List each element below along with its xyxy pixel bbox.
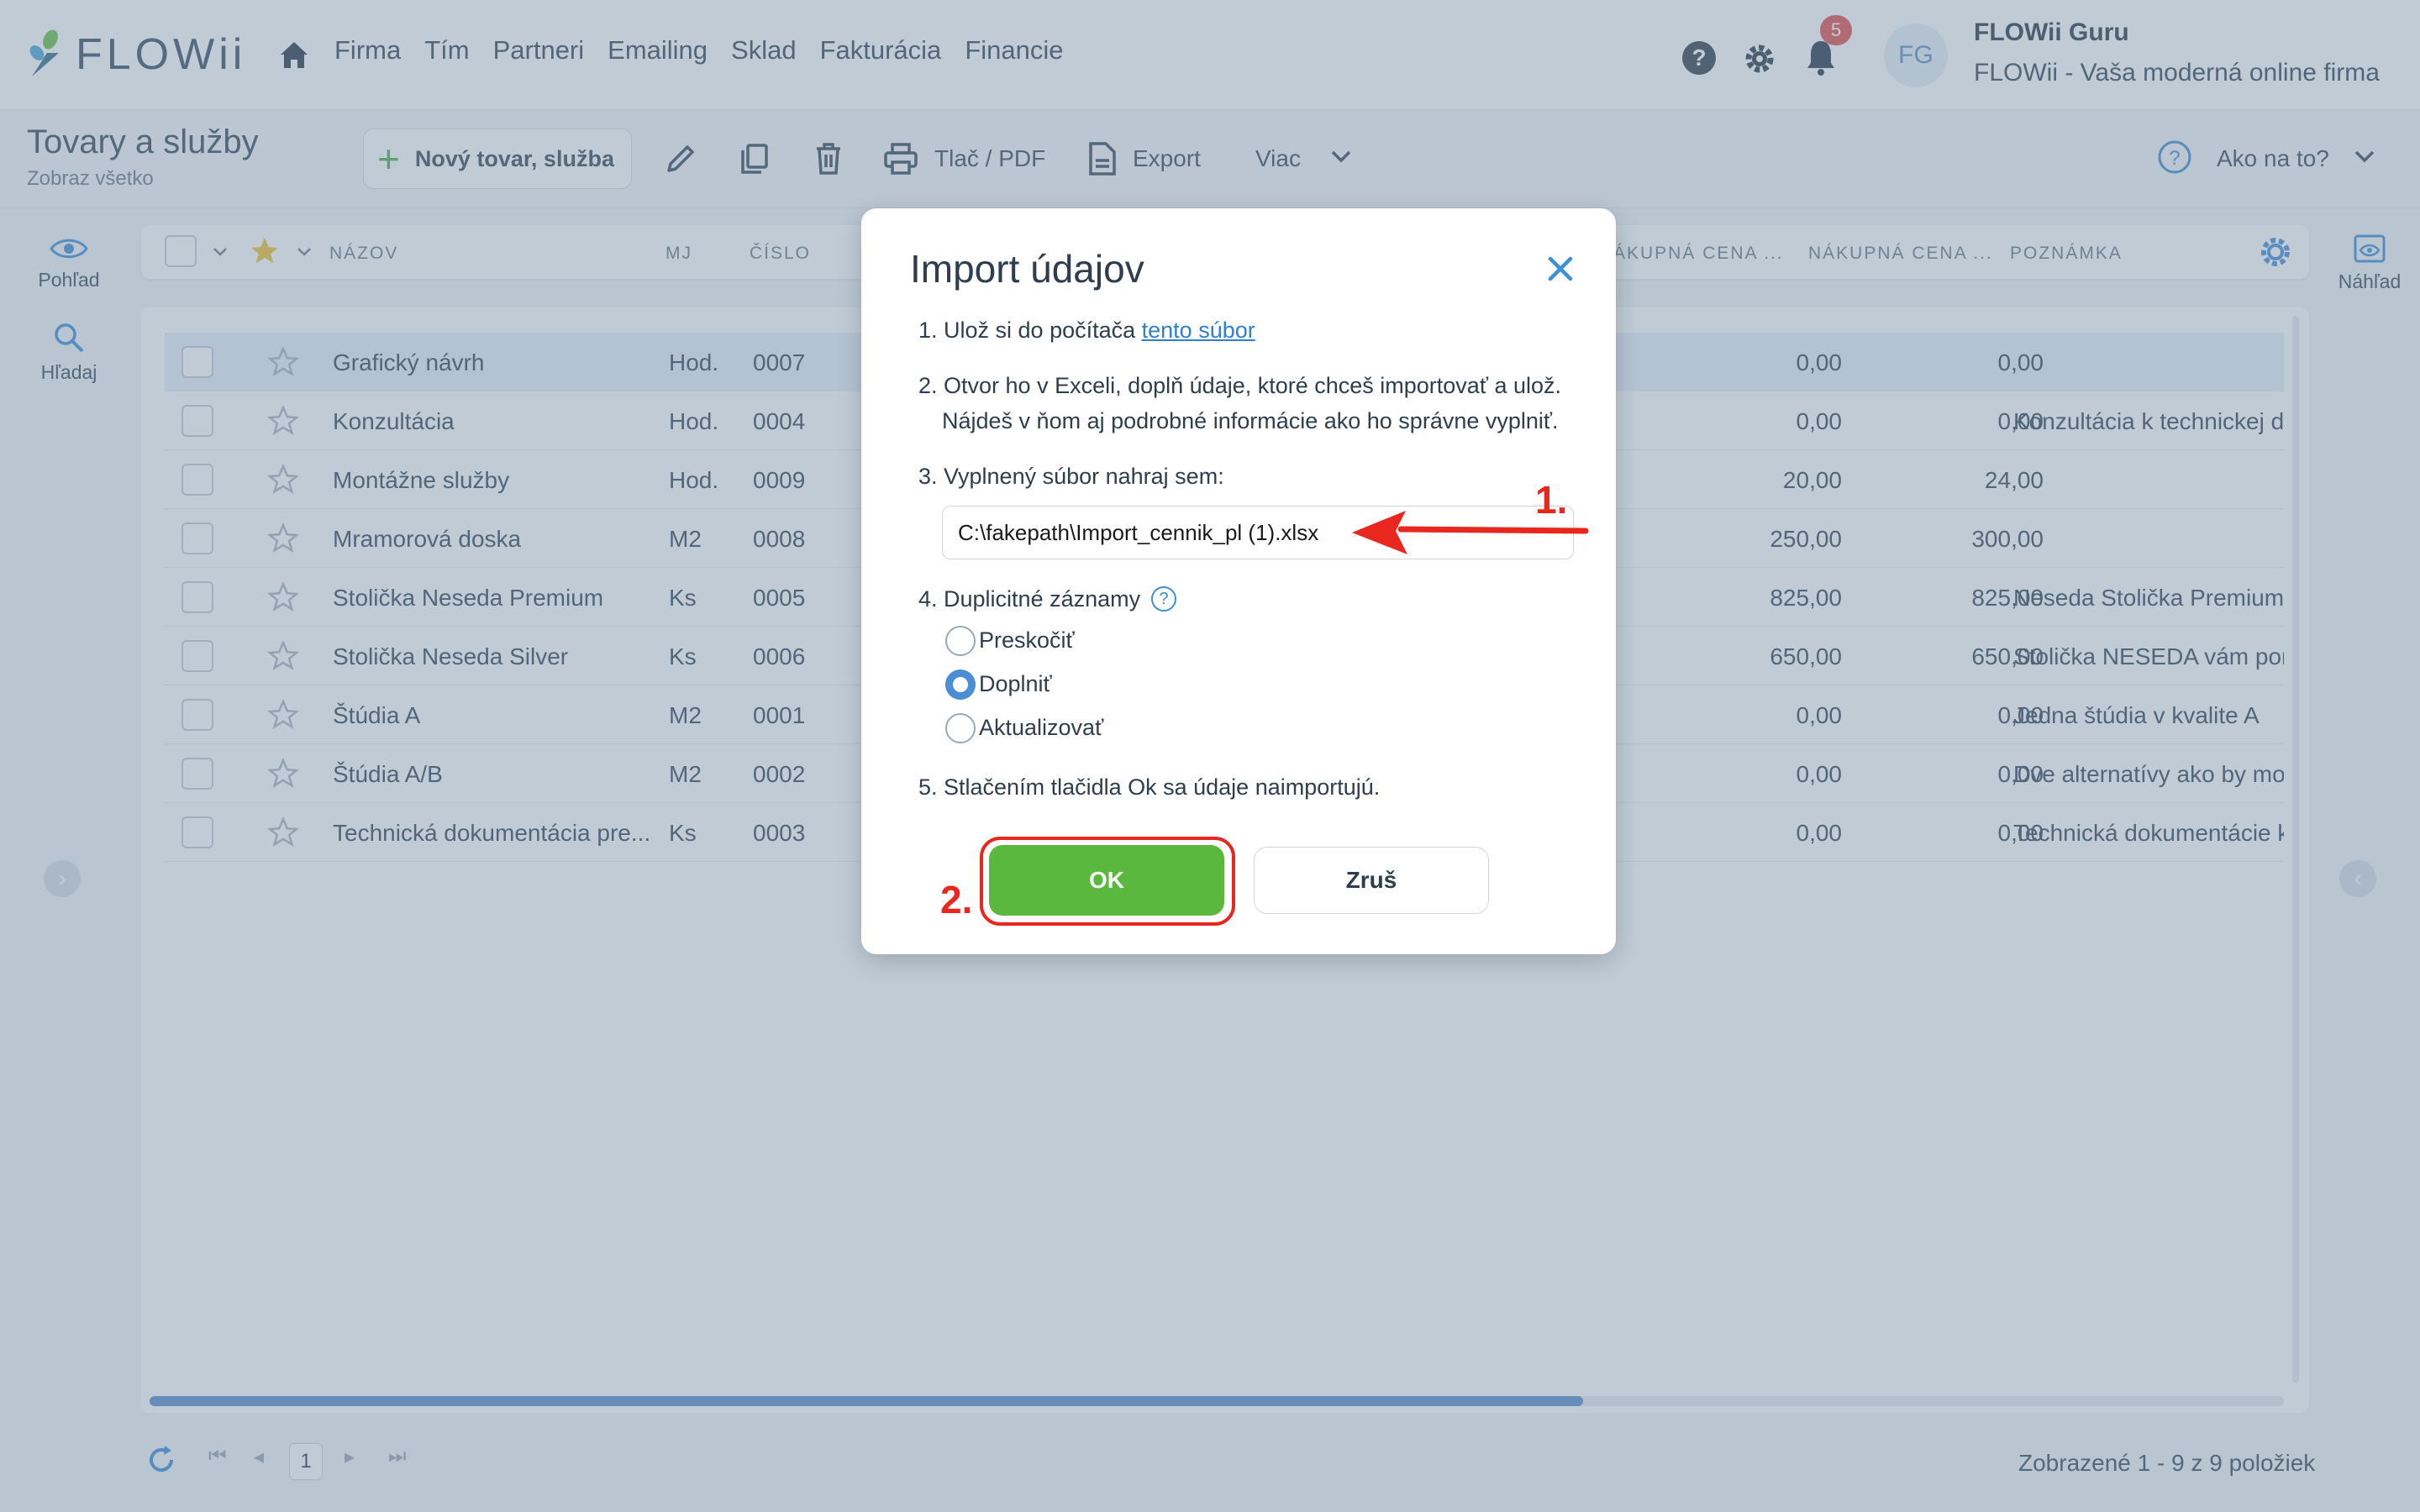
annotation-step-2: 2. [940,878,973,921]
radio-update[interactable] [945,713,976,743]
step-2-line-1: 2. Otvor ho v Exceli, doplň údaje, ktoré… [918,373,1562,398]
annotation-step-1: 1. [1535,478,1568,522]
duplicates-help-icon[interactable]: ? [1151,586,1176,612]
radio-fill-label[interactable]: Doplniť [979,671,1052,697]
import-data-dialog: Import údajov 1. Ulož si do počítača ten… [861,208,1616,954]
radio-skip-label[interactable]: Preskočiť [979,627,1075,654]
dialog-title: Import údajov [910,247,1144,291]
step-2-line-2: Nájdeš v ňom aj podrobné informácie ako … [942,408,1559,433]
step-4: 4. Duplicitné záznamy [918,586,1141,612]
radio-fill[interactable] [945,669,976,700]
cancel-button[interactable]: Zruš [1254,847,1489,914]
radio-skip[interactable] [945,626,976,656]
step-3: 3. Vyplnený súbor nahraj sem: [918,464,1224,489]
radio-update-label[interactable]: Aktualizovať [979,715,1103,741]
step-5: 5. Stlačením tlačidla Ok sa údaje naimpo… [918,774,1381,800]
template-file-link[interactable]: tento súbor [1142,318,1255,343]
step-1: 1. Ulož si do počítača tento súbor [918,312,1255,348]
ok-button[interactable]: OK [989,845,1224,916]
step-1-text: 1. Ulož si do počítača [918,318,1142,343]
close-icon[interactable] [1542,250,1579,287]
